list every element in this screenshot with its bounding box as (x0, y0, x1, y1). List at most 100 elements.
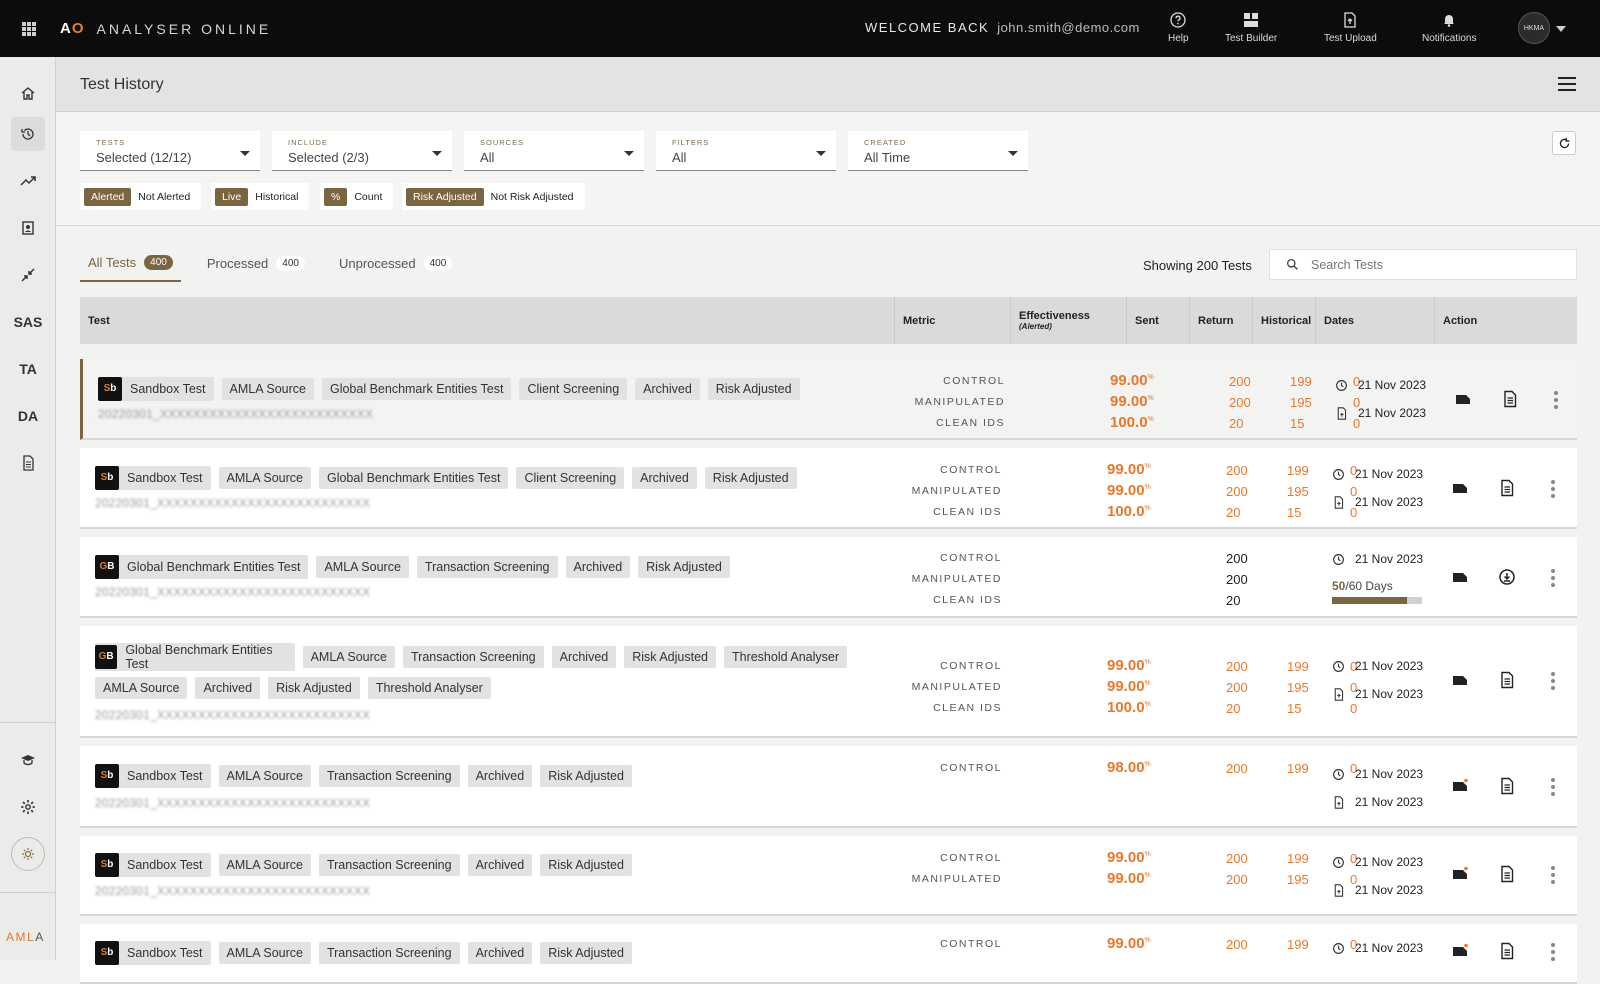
toggle-risk-adjusted[interactable]: Risk Adjusted (406, 187, 484, 206)
theme-toggle[interactable] (11, 837, 45, 871)
tag[interactable]: Risk Adjusted (540, 853, 632, 876)
more-options-icon[interactable] (1554, 391, 1558, 409)
tag[interactable]: Transaction Screening (416, 555, 558, 578)
search-box[interactable] (1269, 249, 1577, 280)
tag[interactable]: Sb Sandbox Test (95, 465, 211, 490)
more-options-icon[interactable] (1551, 866, 1555, 884)
tag[interactable]: AMLA Source (218, 764, 311, 787)
sidebar-item-learning[interactable] (11, 743, 45, 777)
table-row[interactable]: Sb Sandbox Test AMLA Source Transaction Scr… (80, 924, 1577, 984)
table-row[interactable]: Sb Sandbox Test AMLA Source Transaction Scr… (80, 836, 1577, 916)
report-button[interactable] (1498, 942, 1516, 960)
sidebar-item-ta[interactable]: TA (11, 352, 45, 386)
tag[interactable]: Transaction Screening (318, 941, 460, 964)
tab-unprocessed[interactable]: Unprocessed 400 (331, 244, 460, 282)
tag[interactable]: Sb Sandbox Test (95, 852, 211, 877)
sidebar-item-da[interactable]: DA (11, 399, 45, 433)
sidebar-item-history[interactable] (11, 117, 45, 151)
toggle-alerted[interactable]: Alerted (84, 187, 132, 206)
tag[interactable]: Transaction Screening (318, 764, 460, 787)
filters-dropdown[interactable]: FILTERS All (656, 131, 836, 171)
report-button[interactable] (1501, 390, 1519, 408)
tag[interactable]: AMLA Source (218, 853, 311, 876)
search-input[interactable] (1311, 257, 1551, 272)
col-action[interactable]: Action (1434, 297, 1577, 344)
avatar[interactable]: HKMA (1518, 12, 1550, 44)
created-dropdown[interactable]: CREATED All Time (848, 131, 1028, 171)
report-button[interactable] (1498, 865, 1516, 883)
toggle-not-risk-adjusted[interactable]: Not Risk Adjusted (484, 188, 581, 206)
app-logo[interactable]: AO ANALYSER ONLINE (60, 20, 271, 37)
col-metric[interactable]: Metric (894, 297, 1010, 344)
alerted-toggle[interactable]: Alerted Not Alerted (80, 183, 202, 210)
tag[interactable]: Archived (195, 676, 261, 699)
tag[interactable]: Client Screening (519, 377, 628, 400)
col-sent[interactable]: Sent (1126, 297, 1189, 344)
col-return[interactable]: Return (1189, 297, 1252, 344)
tag[interactable]: Archived (551, 645, 617, 668)
table-row[interactable]: G B Global Benchmark Entities Test AMLA Sou… (80, 537, 1577, 618)
open-test-button[interactable] (1451, 865, 1469, 883)
tag[interactable]: Risk Adjusted (704, 466, 797, 489)
tag[interactable]: Sb Sandbox Test (95, 763, 211, 788)
tag[interactable]: Archived (467, 764, 533, 787)
tag[interactable]: Sb Sandbox Test (98, 376, 214, 401)
col-dates[interactable]: Dates (1315, 297, 1434, 344)
tag[interactable]: Client Screening (516, 466, 625, 489)
sidebar-item-badge[interactable] (11, 211, 45, 245)
col-effectiveness[interactable]: Effectiveness (Alerted) (1010, 297, 1126, 344)
percent-toggle[interactable]: % Count (320, 183, 394, 210)
tag[interactable]: Global Benchmark Entities Test (318, 466, 509, 489)
table-row[interactable]: Sb Sandbox Test AMLA Source Global Benchmar… (80, 448, 1577, 529)
chevron-down-icon[interactable] (1556, 26, 1566, 32)
test-builder-button[interactable]: Test Builder (1225, 12, 1277, 44)
risk-adjusted-toggle[interactable]: Risk Adjusted Not Risk Adjusted (402, 183, 585, 210)
table-row[interactable]: G B Global Benchmark Entities Test AMLA Sou… (80, 626, 1577, 738)
more-options-icon[interactable] (1551, 569, 1555, 587)
report-button[interactable] (1498, 479, 1516, 497)
include-dropdown[interactable]: INCLUDE Selected (2/3) (272, 131, 452, 171)
report-button[interactable] (1498, 671, 1516, 689)
toggle-live[interactable]: Live (215, 187, 249, 206)
col-test[interactable]: Test (80, 297, 894, 344)
more-options-icon[interactable] (1551, 672, 1555, 690)
tag[interactable]: Archived (635, 377, 700, 400)
tag[interactable]: AMLA Source (221, 377, 314, 400)
col-historical[interactable]: Historical (1252, 297, 1315, 344)
tag[interactable]: Risk Adjusted (638, 555, 730, 578)
tag[interactable]: AMLA Source (302, 645, 395, 668)
tag[interactable]: AMLA Source (316, 555, 409, 578)
download-button[interactable] (1498, 568, 1516, 586)
more-options-icon[interactable] (1551, 480, 1555, 498)
open-test-button[interactable] (1451, 942, 1469, 960)
sidebar-item-trends[interactable] (11, 164, 45, 198)
tab-all-tests[interactable]: All Tests 400 (80, 244, 181, 282)
open-test-button[interactable] (1451, 671, 1469, 689)
tag[interactable]: Sb Sandbox Test (95, 940, 211, 965)
live-toggle[interactable]: Live Historical (211, 183, 310, 210)
tag[interactable]: Transaction Screening (318, 853, 460, 876)
tag[interactable]: Archived (467, 941, 533, 964)
toggle-percent[interactable]: % (324, 187, 348, 206)
tests-dropdown[interactable]: TESTS Selected (12/12) (80, 131, 260, 171)
refresh-button[interactable] (1552, 131, 1576, 155)
tag[interactable]: Risk Adjusted (707, 377, 800, 400)
tag[interactable]: AMLA Source (218, 466, 311, 489)
sidebar-item-settings[interactable] (11, 790, 45, 824)
test-upload-button[interactable]: Test Upload (1324, 12, 1377, 44)
more-options-icon[interactable] (1551, 943, 1555, 961)
table-row[interactable]: Sb Sandbox Test AMLA Source Transaction Scr… (80, 746, 1577, 828)
sidebar-item-documents[interactable] (11, 446, 45, 480)
sidebar-item-home[interactable] (11, 76, 45, 110)
sidebar-item-compress[interactable] (11, 258, 45, 292)
tab-processed[interactable]: Processed 400 (199, 244, 313, 282)
open-test-button[interactable] (1451, 568, 1469, 586)
sources-dropdown[interactable]: SOURCES All (464, 131, 644, 171)
tag[interactable]: AMLA Source (95, 676, 188, 699)
tag[interactable]: Risk Adjusted (540, 941, 632, 964)
tag[interactable]: Archived (467, 853, 533, 876)
tag[interactable]: Risk Adjusted (268, 676, 360, 699)
tag[interactable]: Threshold Analyser (367, 676, 491, 699)
tag[interactable]: Global Benchmark Entities Test (321, 377, 512, 400)
tag[interactable]: G B Global Benchmark Entities Test (95, 642, 295, 671)
